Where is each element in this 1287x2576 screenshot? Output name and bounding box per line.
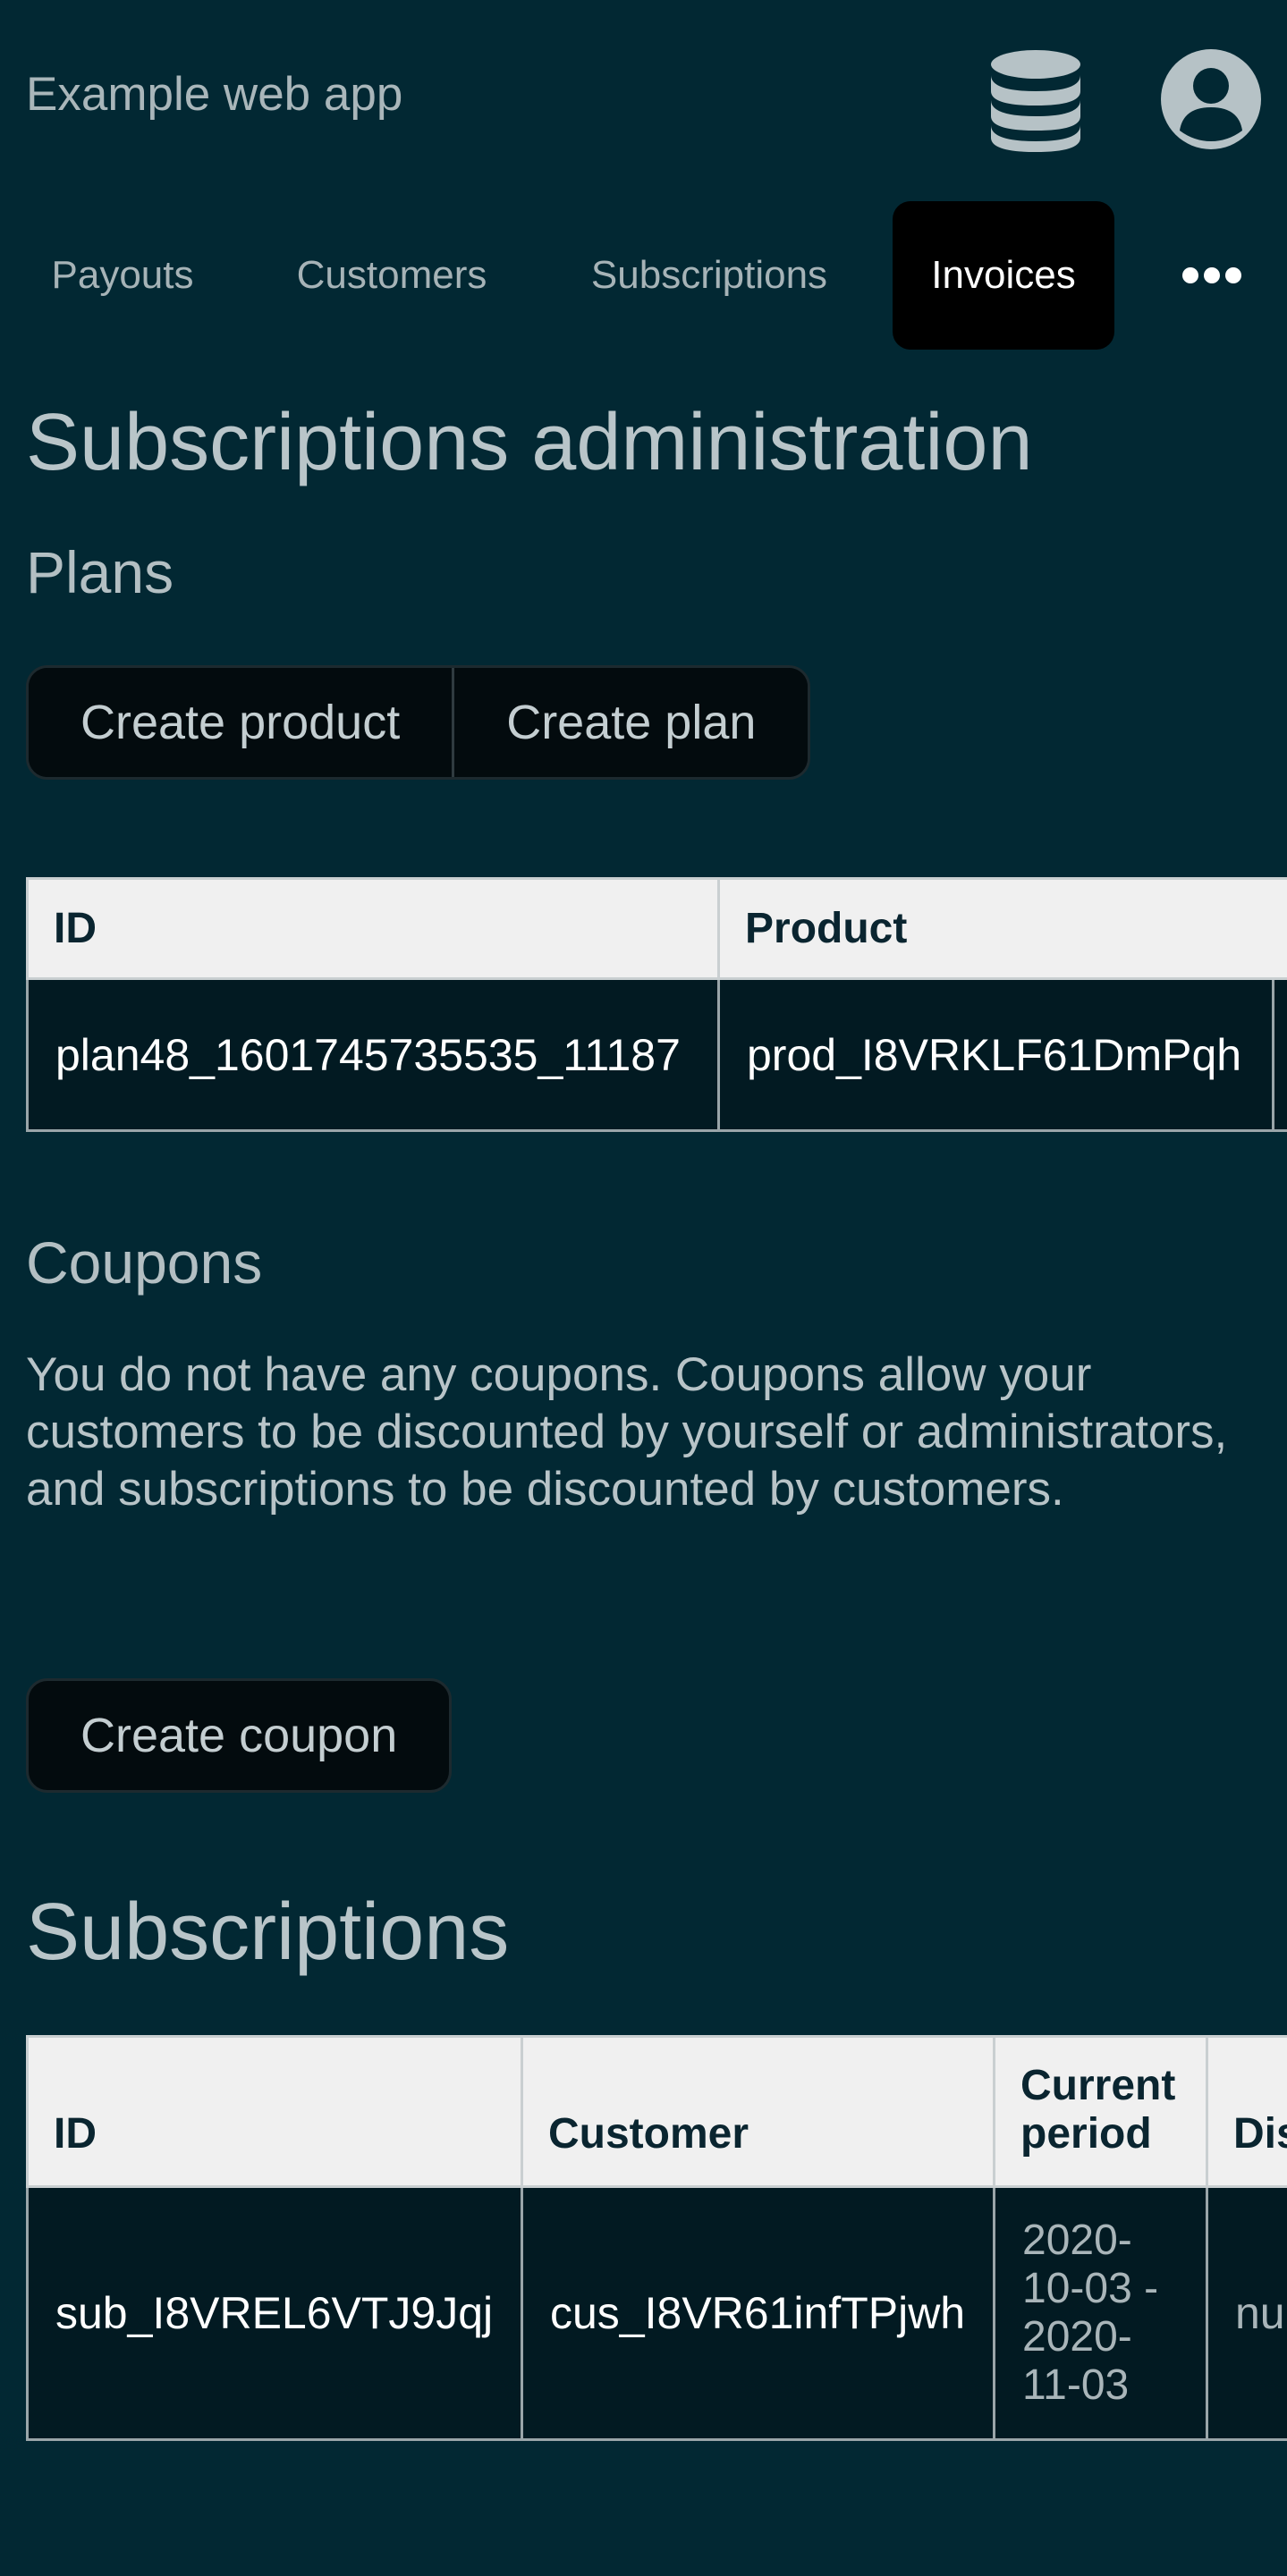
app-title[interactable]: Example web app xyxy=(26,66,402,123)
main-nav: Payouts Customers Subscriptions Invoices xyxy=(0,201,1287,350)
plans-heading: Plans xyxy=(26,539,174,605)
table-row[interactable]: sub_I8VREL6VTJ9Jqj cus_I8VR61infTPjwh 20… xyxy=(26,2185,1287,2441)
column-header-current-period: Current period xyxy=(993,2035,1208,2188)
coupons-heading: Coupons xyxy=(26,1229,263,1296)
subscriptions-heading: Subscriptions xyxy=(26,1888,510,1977)
plan-extra-cell xyxy=(1272,977,1287,1132)
column-header-id: ID xyxy=(26,2035,523,2188)
coupons-description: You do not have any coupons. Coupons all… xyxy=(26,1348,1228,1516)
more-horizontal-icon[interactable] xyxy=(1181,256,1243,295)
tab-invoices[interactable]: Invoices xyxy=(893,201,1114,350)
tab-subscriptions[interactable]: Subscriptions xyxy=(563,201,855,350)
table-header-row: ID Customer Current period Dis xyxy=(26,2035,1287,2188)
app-header: Example web app xyxy=(0,0,1287,192)
column-header-discount: Dis xyxy=(1206,2035,1287,2188)
table-header-row: ID Product xyxy=(26,877,1287,980)
page: Example web app Payouts Customers Subscr… xyxy=(0,0,1287,2576)
create-product-button[interactable]: Create product xyxy=(29,668,453,777)
table-row[interactable]: plan48_1601745735535_11187 prod_I8VRKLF6… xyxy=(26,977,1287,1132)
subscription-customer-cell[interactable]: cus_I8VR61infTPjwh xyxy=(521,2185,995,2441)
column-header-product: Product xyxy=(717,877,1287,980)
tab-payouts[interactable]: Payouts xyxy=(25,201,220,350)
tab-customers[interactable]: Customers xyxy=(267,201,517,350)
page-title: Subscriptions administration xyxy=(26,398,1033,487)
subscription-id-cell[interactable]: sub_I8VREL6VTJ9Jqj xyxy=(26,2185,523,2441)
subscription-period-cell: 2020-10-03 - 2020-11-03 xyxy=(993,2185,1208,2441)
plans-button-group: Create product Create plan xyxy=(26,665,811,780)
create-coupon-button[interactable]: Create coupon xyxy=(26,1678,453,1793)
subscriptions-table: ID Customer Current period Dis sub_I8VRE… xyxy=(26,2035,1287,2441)
plan-product-cell[interactable]: prod_I8VRKLF61DmPqh xyxy=(717,977,1274,1132)
column-header-id: ID xyxy=(26,877,720,980)
create-plan-button[interactable]: Create plan xyxy=(452,668,809,777)
plans-table: ID Product plan48_1601745735535_11187 pr… xyxy=(26,877,1287,1132)
database-icon[interactable] xyxy=(989,48,1082,152)
plan-id-cell[interactable]: plan48_1601745735535_11187 xyxy=(26,977,720,1132)
subscription-discount-cell: nu xyxy=(1206,2185,1287,2441)
column-header-customer: Customer xyxy=(521,2035,995,2188)
account-circle-icon[interactable] xyxy=(1160,48,1262,150)
